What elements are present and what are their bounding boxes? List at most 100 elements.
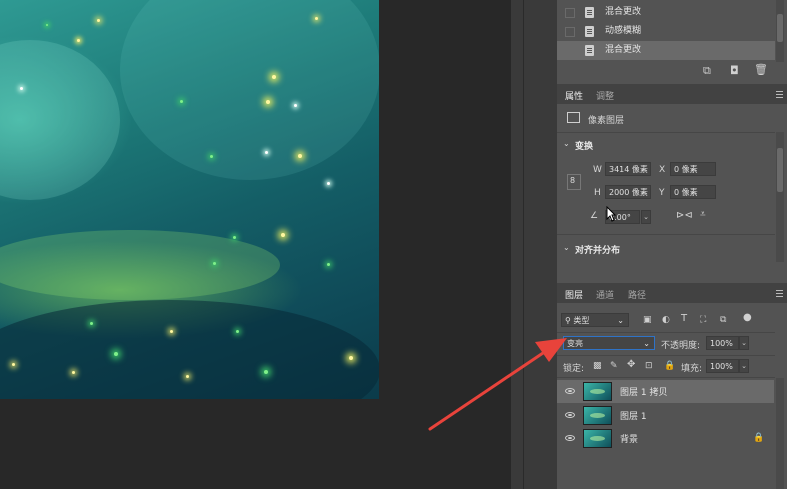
filter-type-icon[interactable]: T [681,314,687,324]
history-item[interactable]: 动感模糊 [557,22,775,41]
camera-icon[interactable]: ◘ [730,65,739,76]
sparkle [298,154,302,158]
x-position-field[interactable]: 0 像素 [670,162,716,176]
tab-channels[interactable]: 通道 [596,288,614,301]
angle-dropdown[interactable]: ⌄ [641,210,651,224]
layer-row[interactable]: 图层 1 [557,404,774,427]
y-position-field[interactable]: 0 像素 [670,185,716,199]
angle-icon: ∠ [590,211,599,221]
history-state-icon [585,7,594,18]
arrow-head [535,338,567,362]
history-state-icon [585,45,594,56]
document-image[interactable] [0,0,379,399]
sparkle [213,262,216,265]
filter-smart-object-icon[interactable]: ⧉ [720,315,726,325]
sparkle [315,17,318,20]
divider [557,377,775,378]
fill-field[interactable]: 100% [706,359,739,373]
mouse-cursor-icon [606,206,616,222]
tab-paths[interactable]: 路径 [628,288,646,301]
layer-thumbnail [583,406,612,425]
divider [557,332,775,333]
lock-pixels-brush-icon[interactable]: ✎ [610,361,618,371]
history-item-label: 动感模糊 [605,26,642,36]
blend-mode-select[interactable]: 变亮 ⌄ [563,336,655,350]
layer-lock-icon: 🔒 [753,433,765,443]
panel-menu-icon[interactable] [776,91,783,98]
filter-pixel-icon[interactable]: ▣ [643,315,652,325]
history-item-selected[interactable]: 混合更改 [557,41,775,60]
sparkle [327,263,330,266]
align-section-title[interactable]: 对齐并分布 [575,243,620,256]
opacity-label: 不透明度: [661,341,701,351]
width-label: W [593,165,602,175]
history-scroll-thumb[interactable] [777,14,783,42]
sparkle [180,100,183,103]
history-brush-source-checkbox[interactable] [565,27,575,37]
sparkle [210,155,213,158]
lock-position-move-icon[interactable]: ✥ [627,360,635,370]
fill-label: 填充: [681,364,703,374]
flip-vertical-icon[interactable]: ⩡ [700,209,706,220]
grass-glow [0,230,280,300]
properties-tab-bar: 属性 调整 [557,84,787,104]
history-brush-source-checkbox[interactable] [565,8,575,18]
properties-scroll-thumb[interactable] [777,148,783,192]
chevron-down-icon[interactable]: ⌄ [563,243,570,252]
filter-shape-icon[interactable]: ⛶ [700,315,706,325]
tab-properties[interactable]: 属性 [565,89,583,102]
sparkle [265,151,268,154]
lock-transparent-icon[interactable]: ▩ [593,361,602,371]
chevron-down-icon: ⌄ [643,339,650,348]
properties-panel: 属性 调整 像素图层 ⌄ 变换 8 W 3414 像素 X 0 像素 H 200… [557,84,787,282]
new-snapshot-icon[interactable]: ⧉ [703,65,711,76]
sparkle [46,24,48,26]
transform-section-title[interactable]: 变换 [575,139,593,152]
sparkle [90,322,93,325]
divider [557,132,775,133]
opacity-field[interactable]: 100% [706,336,739,350]
history-brush-source-checkbox[interactable] [565,46,575,56]
link-dimensions-icon[interactable]: 8 [567,174,581,190]
search-icon: ⚲ [565,316,571,325]
panel-menu-icon[interactable] [776,290,783,297]
layer-name[interactable]: 图层 1 拷贝 [620,385,667,398]
sparkle [294,104,297,107]
sparkle [264,370,268,374]
properties-scrollbar[interactable] [776,132,784,262]
filter-toggle-icon[interactable]: ● [743,313,752,323]
sparkle [266,100,270,104]
sparkle [233,236,236,239]
lock-all-icon[interactable]: 🔒 [664,361,675,371]
layer-name[interactable]: 图层 1 [620,409,647,422]
sparkle [12,363,15,366]
layer-row[interactable]: 背景 🔒 [557,427,774,450]
lock-artboard-icon[interactable]: ⊡ [645,361,653,371]
chevron-down-icon[interactable]: ⌄ [563,139,570,148]
height-field[interactable]: 2000 像素 [605,185,651,199]
layers-scrollbar[interactable] [776,378,784,489]
flip-horizontal-icon[interactable]: ⊳⊲ [676,210,693,221]
divider [557,355,775,356]
sparkle [349,356,353,360]
tab-adjustments[interactable]: 调整 [596,89,614,102]
layer-filter-value: 类型 [573,316,590,325]
layer-thumbnail [583,382,612,401]
history-item[interactable]: 混合更改 [557,3,775,22]
layer-name[interactable]: 背景 [620,432,638,445]
layer-filter-select[interactable]: ⚲ 类型 ⌄ [561,313,629,327]
opacity-dropdown[interactable]: ⌄ [739,336,749,350]
width-field[interactable]: 3414 像素 [605,162,651,176]
tab-layers[interactable]: 图层 [565,288,583,301]
layer-row-selected[interactable]: 图层 1 拷贝 [557,380,774,403]
sparkle [272,75,276,79]
sparkle [170,330,173,333]
trash-icon[interactable]: 🗑 [754,64,768,75]
history-scrollbar[interactable] [776,0,784,62]
filter-adjustment-icon[interactable]: ◐ [662,315,670,325]
fill-dropdown[interactable]: ⌄ [739,359,749,373]
sparkle [327,182,330,185]
x-label: X [659,165,666,175]
sparkle [77,39,80,42]
annotation-arrow [428,338,567,431]
